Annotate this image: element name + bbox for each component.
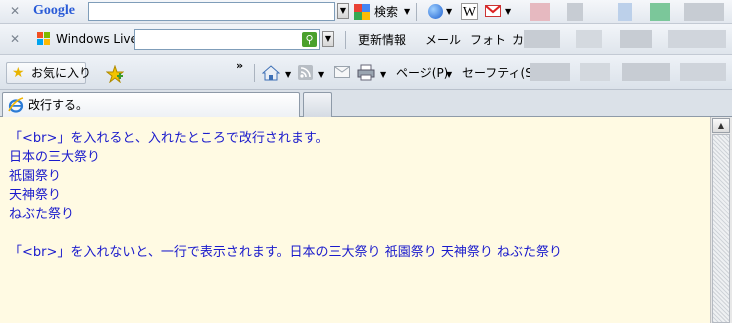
separator [345, 31, 346, 49]
print-icon[interactable] [357, 64, 375, 81]
google-toolbar: ✕ Google ▼ 検索 ▼ ▼ W ▼ [0, 0, 732, 24]
page-menu-chevron-icon[interactable]: ▼ [446, 67, 452, 83]
toolbar-overflow-chevron-icon[interactable]: » [236, 58, 243, 74]
favorites-label: お気に入り [31, 66, 92, 80]
globe-chevron-icon[interactable]: ▼ [446, 4, 452, 20]
windows-live-toolbar: ✕ Windows Live ⚲ ▼ 更新情報 メール フォト カ [0, 24, 732, 55]
live-link-photo[interactable]: フォト [470, 32, 506, 48]
google-search-input[interactable] [88, 2, 335, 21]
blurred-toolbar-button[interactable] [622, 63, 670, 81]
content-line: 祇園祭り [9, 169, 62, 184]
content-line: 日本の三大祭り [9, 150, 101, 165]
read-mail-icon[interactable] [334, 66, 350, 78]
blurred-toolbar-button[interactable] [680, 63, 726, 81]
ie-page-icon [8, 97, 24, 113]
close-google-toolbar-icon[interactable]: ✕ [10, 4, 20, 18]
blurred-toolbar-button[interactable] [620, 30, 652, 48]
safety-menu[interactable]: セーフティ(S) [462, 65, 538, 81]
print-chevron-icon[interactable]: ▼ [380, 67, 386, 83]
scroll-up-arrow-icon[interactable]: ▲ [712, 118, 730, 133]
blurred-toolbar-button[interactable] [650, 3, 670, 21]
blurred-toolbar-button[interactable] [618, 3, 632, 21]
live-search-go-icon[interactable]: ⚲ [302, 32, 317, 47]
live-link-partial[interactable]: カ [512, 32, 524, 48]
command-bar: ★ お気に入り » ▼ ▼ ▼ ページ(P) ▼ セーフティ(S) [0, 55, 732, 90]
live-link-mail[interactable]: メール [425, 32, 461, 48]
new-tab-button[interactable] [303, 92, 332, 117]
feeds-icon[interactable] [298, 65, 313, 80]
add-favorite-icon[interactable] [105, 64, 125, 84]
live-search-dropdown[interactable]: ▼ [322, 31, 334, 47]
blurred-toolbar-button[interactable] [524, 30, 560, 48]
google-search-button[interactable]: 検索 [374, 4, 398, 20]
separator [254, 64, 255, 82]
blurred-toolbar-button[interactable] [668, 30, 726, 48]
globe-icon[interactable] [428, 4, 443, 19]
windows-live-label: Windows Live [56, 32, 138, 46]
blurred-toolbar-button[interactable] [530, 3, 550, 21]
blurred-toolbar-button[interactable] [576, 30, 602, 48]
page-content: 「<br>」を入れると、入れたところで改行されます。 日本の三大祭り 祇園祭り … [0, 117, 710, 262]
tab-active[interactable]: 改行する。 [2, 92, 300, 117]
blurred-toolbar-button[interactable] [580, 63, 610, 81]
feeds-chevron-icon[interactable]: ▼ [318, 67, 324, 83]
page-menu[interactable]: ページ(P) [396, 65, 448, 81]
google-search-dropdown[interactable]: ▼ [337, 3, 349, 19]
search-button-chevron-icon[interactable]: ▼ [404, 4, 410, 20]
tab-title: 改行する。 [28, 98, 89, 112]
home-icon[interactable] [261, 64, 281, 82]
blurred-toolbar-button[interactable] [530, 63, 570, 81]
wikipedia-icon[interactable]: W [461, 3, 478, 20]
content-line: 「<br>」を入れると、入れたところで改行されます。 [9, 131, 329, 146]
gmail-icon[interactable] [485, 5, 501, 17]
vertical-scrollbar[interactable]: ▲ [710, 117, 732, 323]
content-line: 天神祭り [9, 188, 62, 203]
google-g-icon [354, 4, 370, 20]
home-chevron-icon[interactable]: ▼ [285, 67, 291, 83]
scrollbar-track[interactable] [712, 134, 730, 323]
page-viewport: 「<br>」を入れると、入れたところで改行されます。 日本の三大祭り 祇園祭り … [0, 117, 710, 323]
favorites-button[interactable]: ★ お気に入り [6, 62, 91, 84]
live-link-updates[interactable]: 更新情報 [358, 32, 406, 48]
content-line: 「<br>」を入れないと、一行で表示されます。日本の三大祭り 祇園祭り 天神祭り… [9, 245, 562, 260]
gmail-chevron-icon[interactable]: ▼ [505, 4, 511, 20]
live-search-input[interactable] [134, 29, 320, 50]
windows-logo-icon [37, 32, 51, 46]
google-logo: Google [33, 3, 75, 18]
separator [416, 3, 417, 21]
close-live-toolbar-icon[interactable]: ✕ [10, 32, 20, 46]
blurred-toolbar-button[interactable] [567, 3, 583, 21]
blurred-toolbar-button[interactable] [684, 3, 724, 21]
star-icon: ★ [12, 65, 25, 81]
content-line: ねぶた祭り [9, 207, 75, 222]
